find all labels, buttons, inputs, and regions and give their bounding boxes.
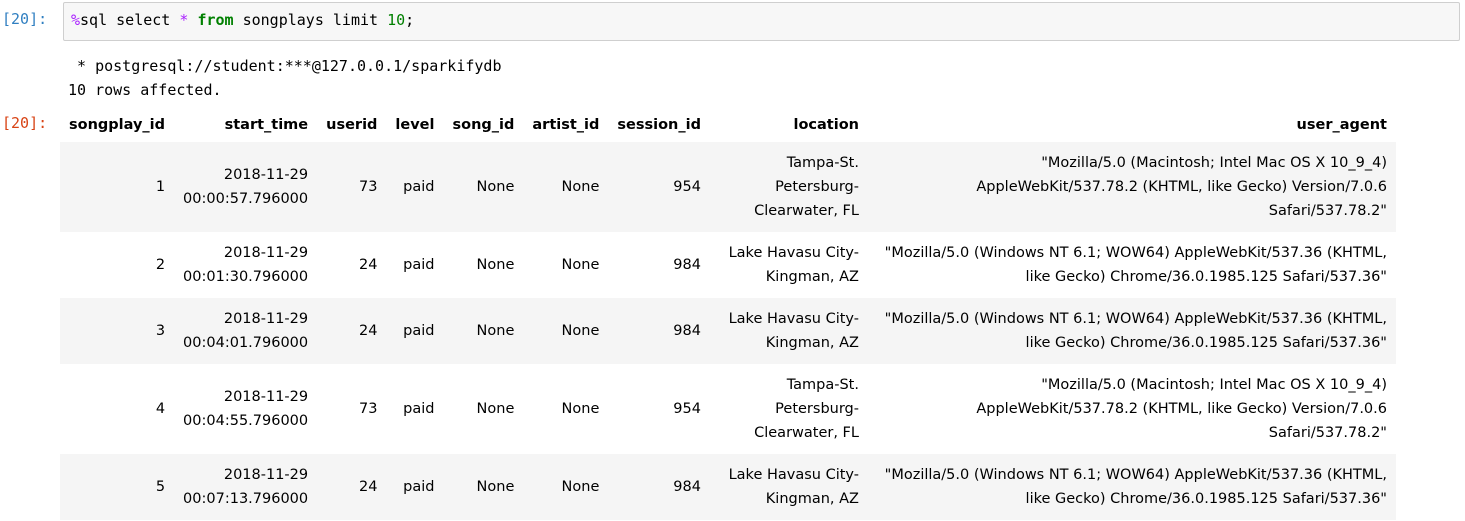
code-token: % (71, 11, 81, 29)
cell-song-id: None (476, 257, 515, 273)
table-header-row: songplay_id start_time userid level song_id a… (60, 108, 1396, 142)
cell-level: paid (403, 479, 435, 495)
code-token: 10 (387, 11, 406, 29)
cell-user-agent: "Mozilla/5.0 (Macintosh; Intel Mac OS X … (976, 155, 1387, 219)
table-row: 2 2018-11-29 00:01:30.796000 24 paid None Non… (60, 232, 1396, 298)
output-prompt: [20]: (2, 114, 48, 132)
column-header-start-time: start_time (224, 117, 309, 133)
cell-user-agent: "Mozilla/5.0 (Windows NT 6.1; WOW64) App… (884, 311, 1387, 351)
cell-location: Lake Havasu City-Kingman, AZ (728, 245, 859, 285)
table-row: 3 2018-11-29 00:04:01.796000 24 paid None Non… (60, 298, 1396, 364)
cell-song-id: None (476, 179, 515, 195)
cell-song-id: None (476, 401, 515, 417)
cell-userid: 24 (358, 479, 378, 495)
cell-start-time: 2018-11-29 00:04:55.796000 (183, 389, 309, 429)
cell-level: paid (403, 179, 435, 195)
table-row: 4 2018-11-29 00:04:55.796000 73 paid None Non… (60, 364, 1396, 454)
table-row: 1 2018-11-29 00:00:57.796000 73 paid None Non… (60, 142, 1396, 232)
column-header-userid: userid (326, 117, 378, 133)
column-header-artist-id: artist_id (532, 117, 600, 133)
cell-userid: 24 (358, 323, 378, 339)
cell-userid: 24 (358, 257, 378, 273)
result-table: songplay_id start_time userid level song_id a… (60, 108, 1396, 520)
column-header-user-agent: user_agent (1296, 117, 1387, 133)
cell-session-id: 984 (673, 257, 701, 273)
cell-location: Tampa-St. Petersburg-Clearwater, FL (754, 377, 859, 441)
notebook: [20]: %sql select * from songplays limit… (0, 0, 1465, 521)
cell-artist-id: None (561, 257, 600, 273)
cell-level: paid (403, 257, 435, 273)
cell-start-time: 2018-11-29 00:04:01.796000 (183, 311, 309, 351)
code-line[interactable]: %sql select * from songplays limit 10; (71, 11, 414, 29)
table-body: 1 2018-11-29 00:00:57.796000 73 paid None Non… (60, 142, 1396, 520)
cell-user-agent: "Mozilla/5.0 (Windows NT 6.1; WOW64) App… (884, 245, 1387, 285)
cell-location: Lake Havasu City-Kingman, AZ (728, 311, 859, 351)
cell-songplay-id: 5 (155, 479, 166, 495)
cell-song-id: None (476, 479, 515, 495)
sql-output-text: * postgresql://student:***@127.0.0.1/spa… (68, 54, 501, 102)
cell-session-id: 954 (673, 401, 701, 417)
column-header-songplay-id: songplay_id (69, 117, 166, 133)
cell-songplay-id: 2 (155, 257, 166, 273)
cell-session-id: 984 (673, 479, 701, 495)
cell-artist-id: None (561, 479, 600, 495)
input-prompt: [20]: (2, 10, 48, 28)
cell-song-id: None (476, 323, 515, 339)
table-row: 5 2018-11-29 00:07:13.796000 24 paid None Non… (60, 454, 1396, 520)
column-header-location: location (793, 117, 859, 133)
cell-songplay-id: 4 (155, 401, 166, 417)
cell-session-id: 954 (673, 179, 701, 195)
cell-songplay-id: 3 (155, 323, 166, 339)
cell-userid: 73 (358, 401, 378, 417)
cell-artist-id: None (561, 323, 600, 339)
cell-start-time: 2018-11-29 00:07:13.796000 (183, 467, 309, 507)
cell-location: Tampa-St. Petersburg-Clearwater, FL (754, 155, 859, 219)
cell-start-time: 2018-11-29 00:01:30.796000 (183, 245, 309, 285)
cell-level: paid (403, 323, 435, 339)
cell-user-agent: "Mozilla/5.0 (Windows NT 6.1; WOW64) App… (884, 467, 1387, 507)
cell-userid: 73 (358, 179, 378, 195)
connection-string: * postgresql://student:***@127.0.0.1/spa… (68, 57, 502, 75)
column-header-level: level (395, 117, 435, 133)
cell-artist-id: None (561, 401, 600, 417)
code-token: ; (405, 11, 415, 29)
column-header-song-id: song_id (452, 117, 515, 133)
cell-artist-id: None (561, 179, 600, 195)
cell-level: paid (403, 401, 435, 417)
code-token: sql select (80, 11, 180, 29)
code-cell-editor[interactable]: %sql select * from songplays limit 10; (63, 2, 1460, 41)
cell-songplay-id: 1 (155, 179, 166, 195)
rows-affected-text: 10 rows affected. (68, 81, 222, 99)
cell-session-id: 984 (673, 323, 701, 339)
column-header-session-id: session_id (617, 117, 701, 133)
cell-user-agent: "Mozilla/5.0 (Macintosh; Intel Mac OS X … (976, 377, 1387, 441)
cell-location: Lake Havasu City-Kingman, AZ (728, 467, 859, 507)
code-token: from (197, 11, 234, 29)
code-token: songplays limit (233, 11, 388, 29)
cell-start-time: 2018-11-29 00:00:57.796000 (183, 167, 309, 207)
